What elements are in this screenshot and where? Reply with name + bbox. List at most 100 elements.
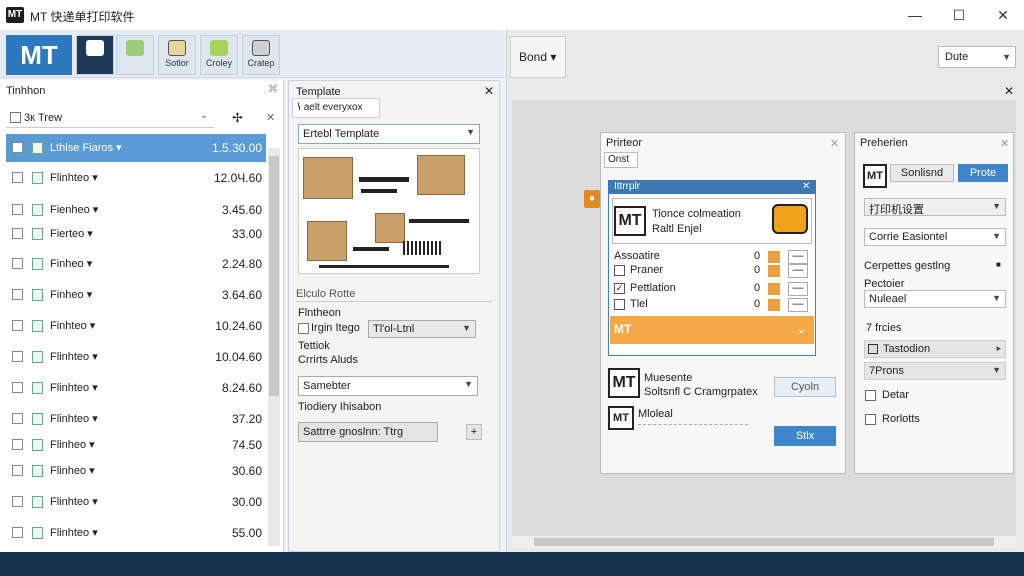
row-label: Fienheo ▾ (50, 204, 99, 216)
list-row[interactable]: Flinheo ▾ 74.50 (6, 431, 266, 459)
ribbon-button-cratep[interactable]: Cratep (242, 35, 280, 75)
row-label: Flinhteo ▾ (50, 172, 98, 184)
option-checkbox[interactable] (865, 414, 876, 425)
carrier-dropdown[interactable]: Corrie Easiontel ▼ (864, 228, 1006, 246)
tree-button[interactable] (116, 35, 154, 75)
minus-button[interactable]: — (788, 298, 808, 312)
confirm-button[interactable]: Stlx (774, 426, 836, 446)
bus-icon (772, 204, 808, 234)
row-value: 33.00 (231, 227, 262, 241)
row-checkbox[interactable] (12, 204, 23, 215)
close-icon[interactable]: ✕ (830, 137, 839, 150)
settings-field[interactable]: Sattrre gnoslnn: Ttrg (298, 422, 438, 442)
option-checkbox[interactable]: ✓ (614, 283, 625, 294)
card-title: Tionce colmeation (652, 208, 741, 220)
list-row[interactable]: Flinhteo ▾ 10.04.60 (6, 343, 266, 371)
list-row[interactable]: Flinhteo ▾ 8.24.60 (6, 374, 266, 402)
add-button[interactable]: + (466, 424, 482, 440)
row-label: Flinhteo ▾ (50, 351, 98, 363)
list-row[interactable]: Flinheo ▾ 30.60 (6, 457, 266, 485)
field-label: Tiodiery Ihisabon (298, 401, 382, 413)
property-row[interactable]: Tastodion ▸ (864, 340, 1006, 358)
bond-menu[interactable]: Bond ▾ (510, 36, 566, 78)
cyoln-button[interactable]: Cyoln (774, 377, 836, 397)
pin-icon[interactable]: ⌘ (268, 84, 278, 95)
list-row[interactable]: Flinhteo ▾ 55.00 (6, 519, 266, 547)
document-icon (32, 496, 43, 508)
option-checkbox[interactable] (614, 299, 625, 310)
row-checkbox[interactable] (12, 496, 23, 507)
list-row[interactable]: Finheo ▾ 2.24.80 (6, 250, 266, 278)
option-checkbox[interactable] (865, 390, 876, 401)
scrollbar-thumb[interactable] (534, 538, 994, 546)
minimize-button[interactable]: — (900, 4, 930, 26)
row-checkbox[interactable] (12, 172, 23, 183)
close-icon[interactable]: ✕ (1000, 137, 1009, 150)
close-icon[interactable]: ✕ (802, 181, 810, 192)
fan-icon[interactable]: ✢ (232, 110, 243, 126)
sender-dropdown[interactable]: Samebter ▼ (298, 376, 478, 396)
close-icon[interactable]: ✕ (1004, 84, 1014, 98)
template-select[interactable]: Ertebl Template ▼ (298, 124, 480, 144)
row-checkbox[interactable] (12, 228, 23, 239)
chevron-down-icon: ▼ (462, 323, 471, 333)
chevron-down-icon[interactable]: ⌄ (796, 321, 807, 337)
color-swatch (768, 283, 780, 295)
row-checkbox[interactable] (12, 289, 23, 300)
select-all-checkbox[interactable] (10, 112, 21, 123)
dialog-tab[interactable]: Onst (604, 152, 638, 168)
template-tab[interactable]: ꝇ aelt everyxox (292, 98, 380, 118)
printer-option[interactable]: Praner 0 — (614, 264, 814, 278)
scrollbar-thumb[interactable] (269, 156, 279, 396)
chevron-down-icon[interactable]: ⌄ (200, 110, 208, 121)
ribbon-button-sotlor[interactable]: Sotlor (158, 35, 196, 75)
card-title: Mloleal (638, 408, 673, 420)
option-dropdown[interactable]: Tl'ol-Ltnl ▼ (368, 320, 476, 338)
list-row[interactable]: Flinhteo ▾ 30.00 (6, 488, 266, 516)
row-checkbox[interactable] (12, 382, 23, 393)
date-dropdown[interactable]: Dute ▼ (938, 46, 1016, 68)
option-checkbox[interactable] (298, 323, 309, 334)
printer-option[interactable]: Assoatire 0 — (614, 250, 814, 264)
minus-button[interactable]: — (788, 264, 808, 278)
subpanel-title: Ittrrplr (608, 180, 816, 194)
list-row[interactable]: Flinhteo ▾ 12.0Ч.60 (6, 164, 266, 192)
row-checkbox[interactable] (12, 465, 23, 476)
record-icon[interactable]: ● (584, 190, 600, 208)
minus-button[interactable]: — (788, 250, 808, 264)
list-row[interactable]: Finhteo ▾ 10.24.60 (6, 312, 266, 340)
row-checkbox[interactable] (12, 142, 23, 153)
color-swatch (768, 265, 780, 277)
section-divider (296, 301, 492, 302)
list-row[interactable]: Flinhteo ▾ 37.20 (6, 405, 266, 433)
printer-settings-dropdown[interactable]: 打印机设置 ▼ (864, 198, 1006, 216)
list-row[interactable]: Finheo ▾ 3.64.60 (6, 281, 266, 309)
row-checkbox[interactable] (12, 527, 23, 538)
minus-button[interactable]: — (788, 282, 808, 296)
row-checkbox[interactable] (12, 439, 23, 450)
maximize-button[interactable]: ☐ (944, 4, 974, 26)
close-icon[interactable]: ✕ (484, 84, 494, 98)
print-button[interactable]: Prote (958, 164, 1008, 182)
close-button[interactable]: ✕ (988, 4, 1018, 26)
database-button[interactable] (76, 35, 114, 75)
sonlisnd-button[interactable]: Sonlisnd (890, 164, 954, 182)
row-checkbox[interactable] (12, 320, 23, 331)
row-checkbox[interactable] (12, 258, 23, 269)
printer-select-bar[interactable] (610, 316, 814, 344)
row-checkbox[interactable] (12, 351, 23, 362)
card-title: Muesente (644, 372, 693, 384)
ribbon-button-croley[interactable]: Croley (200, 35, 238, 75)
printer-option[interactable]: ✓ Pettlation 0 — (614, 282, 814, 296)
printer-dropdown[interactable]: Nuleael ▼ (864, 290, 1006, 308)
list-row[interactable]: Fierteo ▾ 33.00 (6, 220, 266, 248)
ribbon-button-label: Cratep (247, 58, 275, 68)
close-icon[interactable]: ✕ (266, 111, 275, 124)
property-row[interactable]: 7Prons ▼ (864, 362, 1006, 380)
printer-option[interactable]: Tlel 0 — (614, 298, 814, 312)
row-checkbox[interactable] (12, 413, 23, 424)
option-checkbox[interactable] (614, 265, 625, 276)
checkbox-label: Rorlotts (882, 413, 920, 425)
list-row[interactable]: Lthlse Fiaros ▾ 1.5.30.00 (6, 134, 266, 162)
row-value: 3.64.60 (221, 288, 262, 302)
